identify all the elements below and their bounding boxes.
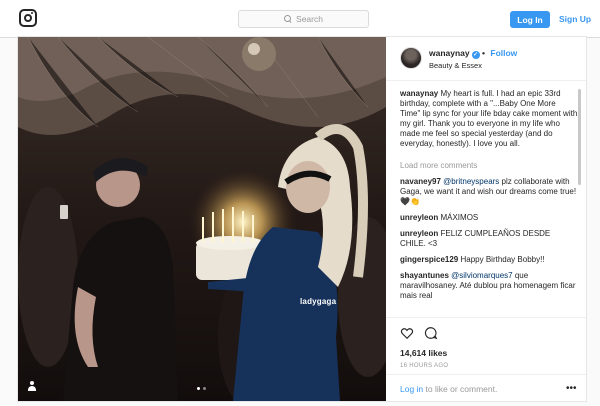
search-input[interactable]: Search xyxy=(238,10,369,28)
comments-list[interactable]: wanaynay My heart is full. I had an epic… xyxy=(400,89,578,349)
comment-username[interactable]: navaney97 xyxy=(400,177,441,186)
post-photo[interactable]: ladygaga xyxy=(18,37,386,401)
verified-badge-icon: ✓ xyxy=(471,51,480,59)
follow-button[interactable]: Follow xyxy=(490,48,517,58)
comment-item: gingerspice129 Happy Birthday Bobby!! xyxy=(400,255,578,265)
comment-username[interactable]: unreyleon xyxy=(400,229,438,238)
instagram-logo-icon[interactable] xyxy=(19,9,37,27)
post-card: ladygaga wanaynay ✓ • Follow Beauty & Ess… xyxy=(17,36,587,402)
comment-item: shayantunes @silviomarques7 que maravilh… xyxy=(400,271,578,301)
comment-item: unreyleon FELIZ CUMPLEAÑOS DESDE CHILE. … xyxy=(400,229,578,249)
avatar[interactable] xyxy=(400,47,422,69)
comments-scrollbar[interactable] xyxy=(578,89,581,185)
load-more-comments-link[interactable]: Load more comments xyxy=(400,161,578,171)
post-actions: 14,614 likes 16 HOURS AGO Log in to like… xyxy=(386,317,586,401)
caption: wanaynay My heart is full. I had an epic… xyxy=(400,89,578,149)
comment-text: Happy Birthday Bobby!! xyxy=(460,255,545,264)
post-header-title: wanaynay ✓ • Follow xyxy=(429,48,517,59)
post-header: wanaynay ✓ • Follow Beauty & Essex xyxy=(386,37,586,81)
search-icon xyxy=(284,15,292,23)
likes-count[interactable]: 14,614 likes xyxy=(400,348,447,358)
username-link[interactable]: wanaynay xyxy=(429,48,470,58)
comment-login-bar: Log in to like or comment. ••• xyxy=(386,374,586,402)
comment-item: navaney97 @britneyspears plz collaborate… xyxy=(400,177,578,207)
login-prompt: Log in to like or comment. xyxy=(400,384,497,394)
comment-text: MÁXIMOS xyxy=(440,213,479,222)
heart-icon[interactable] xyxy=(400,326,414,340)
more-options-icon[interactable]: ••• xyxy=(566,383,577,394)
top-navigation: Search Log In Sign Up xyxy=(0,0,600,38)
tagged-user-icon[interactable] xyxy=(27,381,37,391)
comment-mention[interactable]: @britneyspears xyxy=(443,177,499,186)
comment-username[interactable]: unreyleon xyxy=(400,213,438,222)
search-placeholder: Search xyxy=(296,14,323,24)
photo-scene xyxy=(18,37,386,401)
comment-item: unreyleon MÁXIMOS xyxy=(400,213,578,223)
carousel-dot xyxy=(203,387,206,390)
comment-mention[interactable]: @silviomarques7 xyxy=(451,271,512,280)
login-button[interactable]: Log In xyxy=(510,11,550,28)
carousel-dot-active xyxy=(197,387,200,390)
login-link[interactable]: Log in xyxy=(400,384,423,394)
login-prompt-text: to like or comment. xyxy=(425,384,498,394)
post-timestamp: 16 HOURS AGO xyxy=(400,363,449,369)
comment-username[interactable]: gingerspice129 xyxy=(400,255,458,264)
comment-username[interactable]: shayantunes xyxy=(400,271,449,280)
caption-username[interactable]: wanaynay xyxy=(400,89,438,98)
location-link[interactable]: Beauty & Essex xyxy=(429,61,482,70)
post-side-panel: wanaynay ✓ • Follow Beauty & Essex wanayn… xyxy=(386,37,586,401)
dot-separator: • xyxy=(482,48,485,58)
comment-icon[interactable] xyxy=(424,326,438,340)
signup-link[interactable]: Sign Up xyxy=(559,14,591,24)
carousel-indicator xyxy=(197,387,206,390)
photo-user-tag[interactable]: ladygaga xyxy=(300,297,336,306)
